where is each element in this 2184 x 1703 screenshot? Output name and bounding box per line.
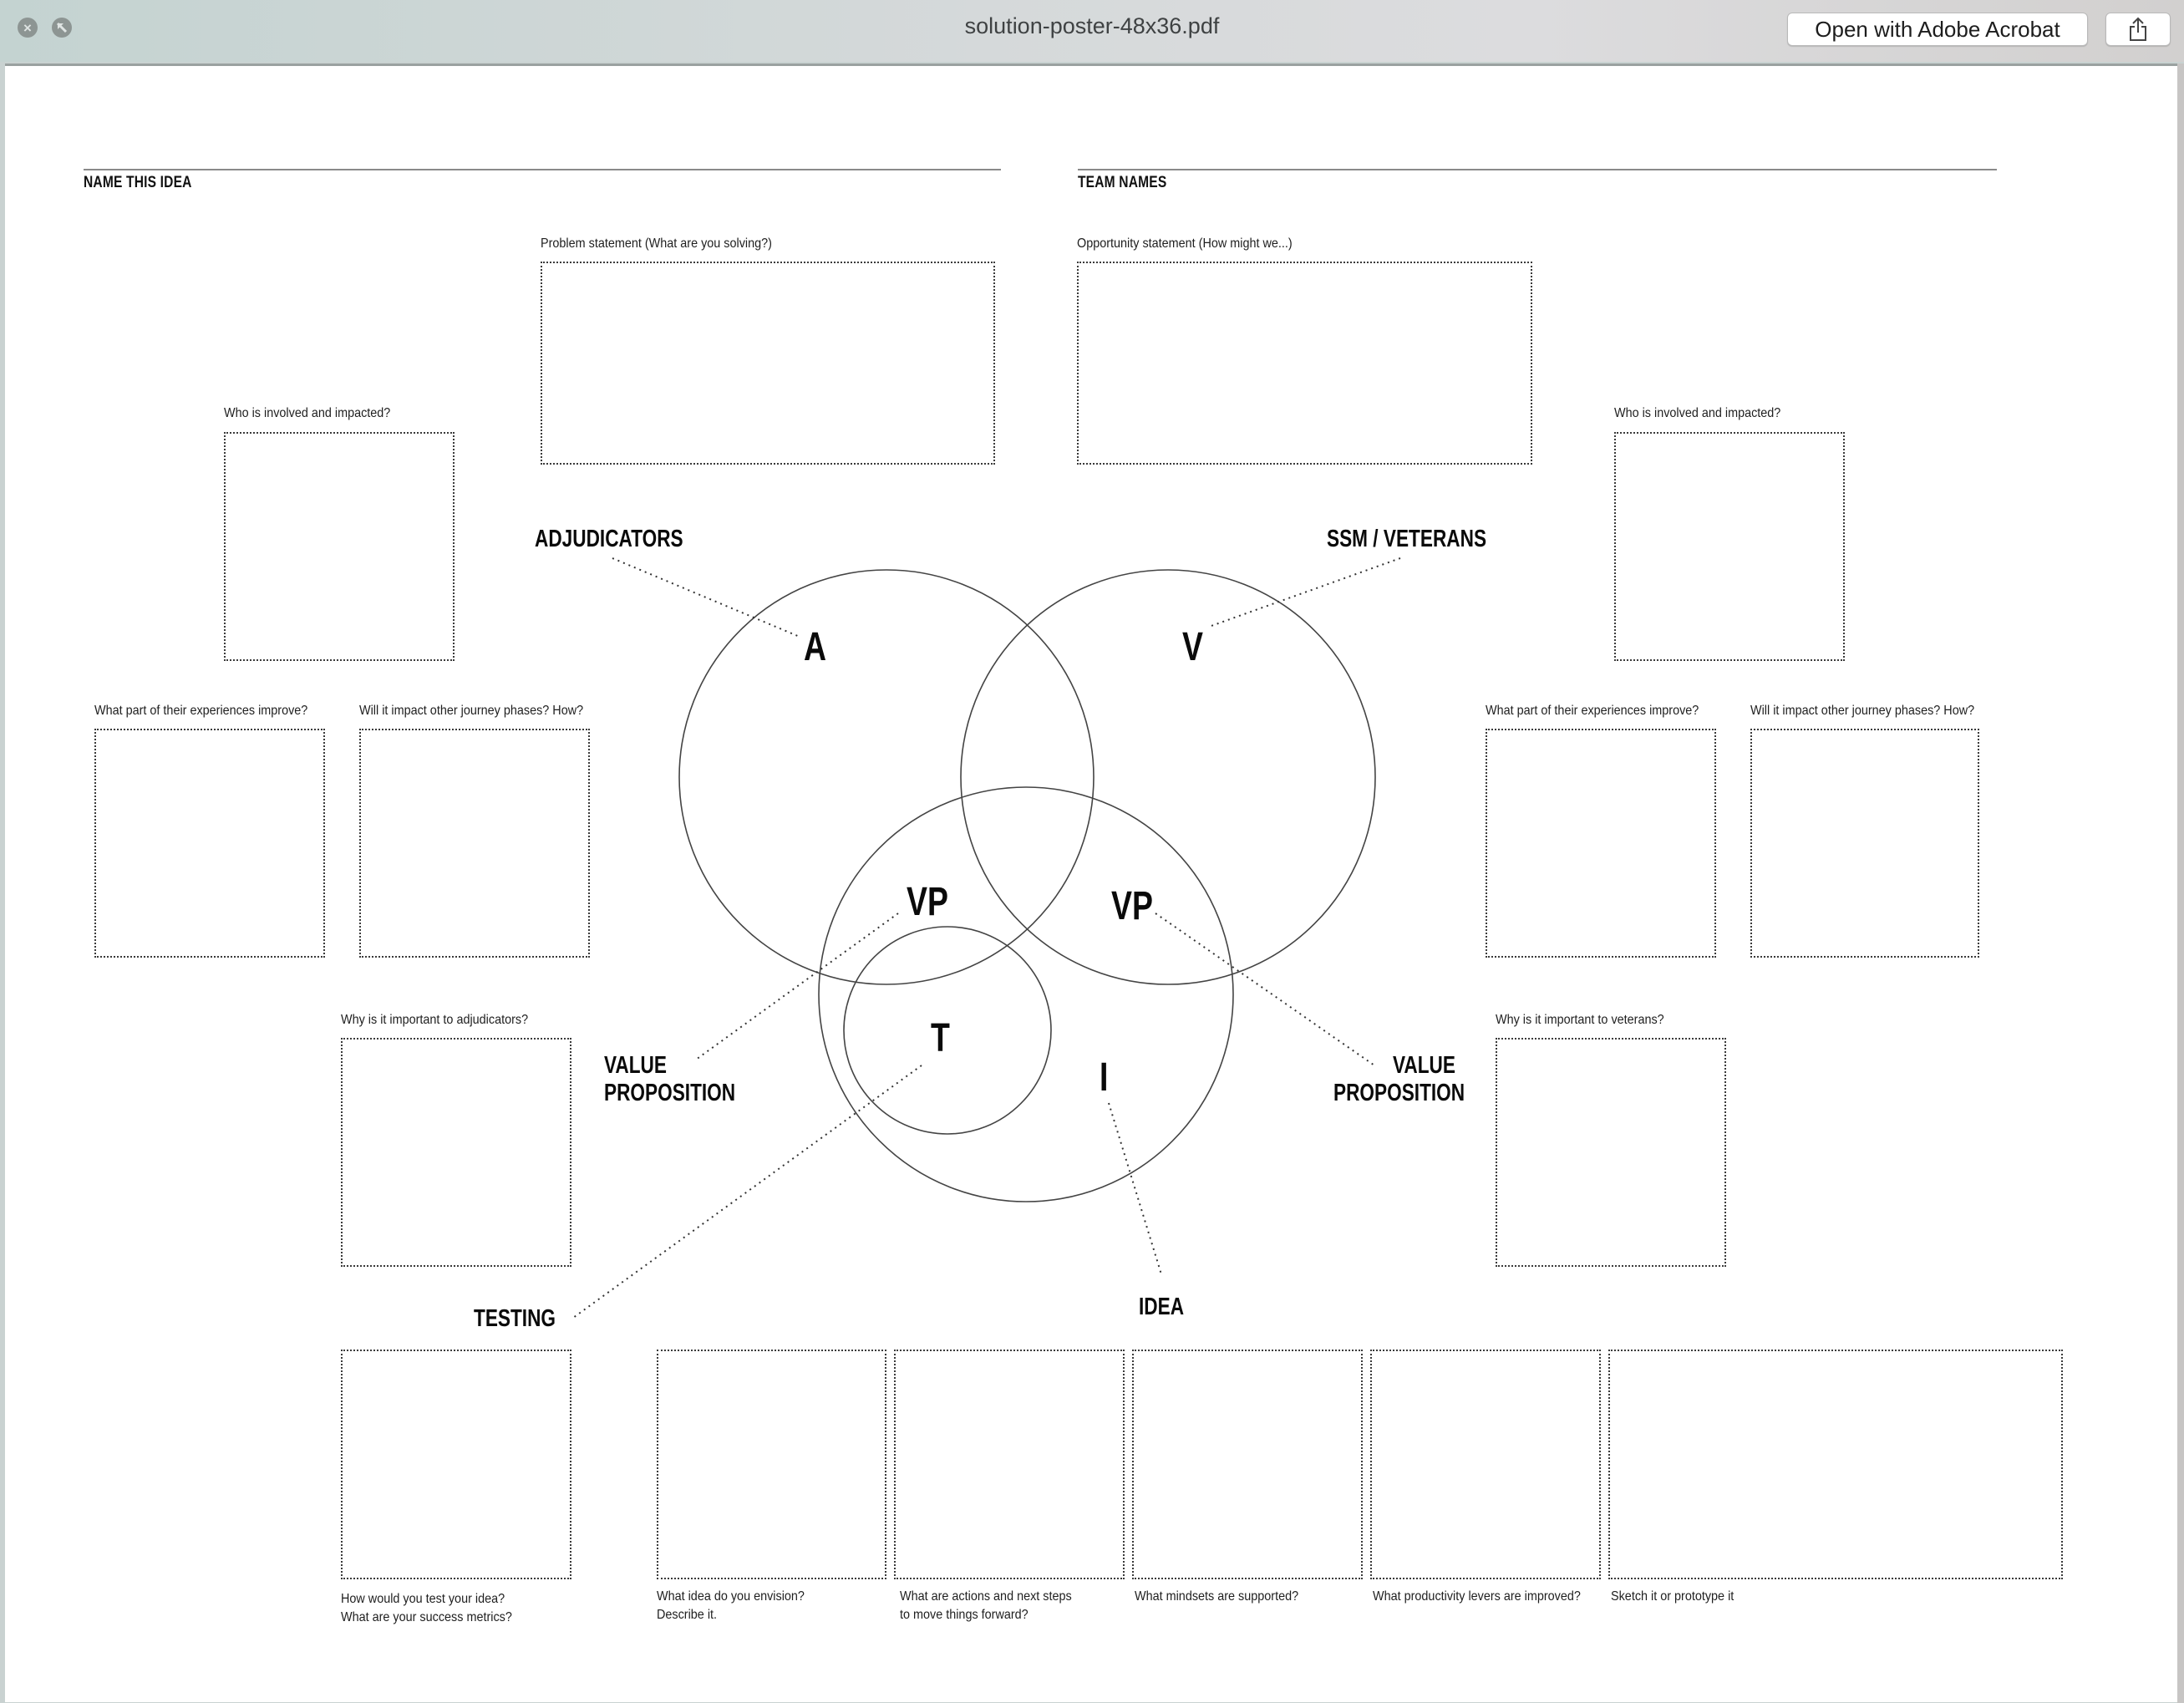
actions-question-2: to move things forward? — [900, 1608, 1029, 1622]
vp-left-leader — [695, 913, 899, 1060]
vp-left-letters: VP — [907, 880, 948, 924]
actions-question-1: What are actions and next steps — [900, 1589, 1072, 1604]
testing-box[interactable] — [341, 1350, 571, 1579]
veterans-leader — [1208, 557, 1401, 628]
adjudicators-circle — [678, 569, 1095, 985]
i-letter: I — [1100, 1055, 1109, 1100]
sketch-box[interactable] — [1608, 1350, 2063, 1579]
testing-question-2: What are your success metrics? — [341, 1610, 512, 1624]
veterans-label: SSM / VETERANS — [1327, 526, 1487, 552]
veterans-circle — [960, 569, 1376, 985]
vp-right-letters: VP — [1111, 884, 1153, 928]
testing-label: TESTING — [474, 1305, 556, 1332]
idea-leader — [1108, 1102, 1162, 1275]
value-proposition-left-line2: PROPOSITION — [604, 1080, 736, 1106]
mindsets-question: What mindsets are supported? — [1135, 1589, 1299, 1604]
value-proposition-left-line1: VALUE — [604, 1052, 667, 1079]
testing-question-1: How would you test your idea? — [341, 1592, 505, 1606]
productivity-box[interactable] — [1370, 1350, 1601, 1579]
a-letter: A — [804, 625, 827, 669]
value-proposition-right-line2: PROPOSITION — [1333, 1080, 1465, 1106]
sketch-question: Sketch it or prototype it — [1611, 1589, 1735, 1604]
idea-label: IDEA — [1139, 1294, 1185, 1320]
actions-box[interactable] — [894, 1350, 1125, 1579]
productivity-question: What productivity levers are improved? — [1373, 1589, 1581, 1604]
mindsets-box[interactable] — [1132, 1350, 1363, 1579]
t-letter: T — [931, 1016, 950, 1060]
adjudicators-label: ADJUDICATORS — [535, 526, 683, 552]
envision-question-2: Describe it. — [657, 1608, 718, 1622]
envision-box[interactable] — [657, 1350, 886, 1579]
value-proposition-right-line1: VALUE — [1393, 1052, 1455, 1079]
envision-question-1: What idea do you envision? — [657, 1589, 805, 1604]
vp-right-leader — [1155, 913, 1375, 1066]
idea-circle — [818, 786, 1234, 1202]
v-letter: V — [1182, 625, 1203, 669]
adjudicators-leader — [612, 557, 800, 638]
